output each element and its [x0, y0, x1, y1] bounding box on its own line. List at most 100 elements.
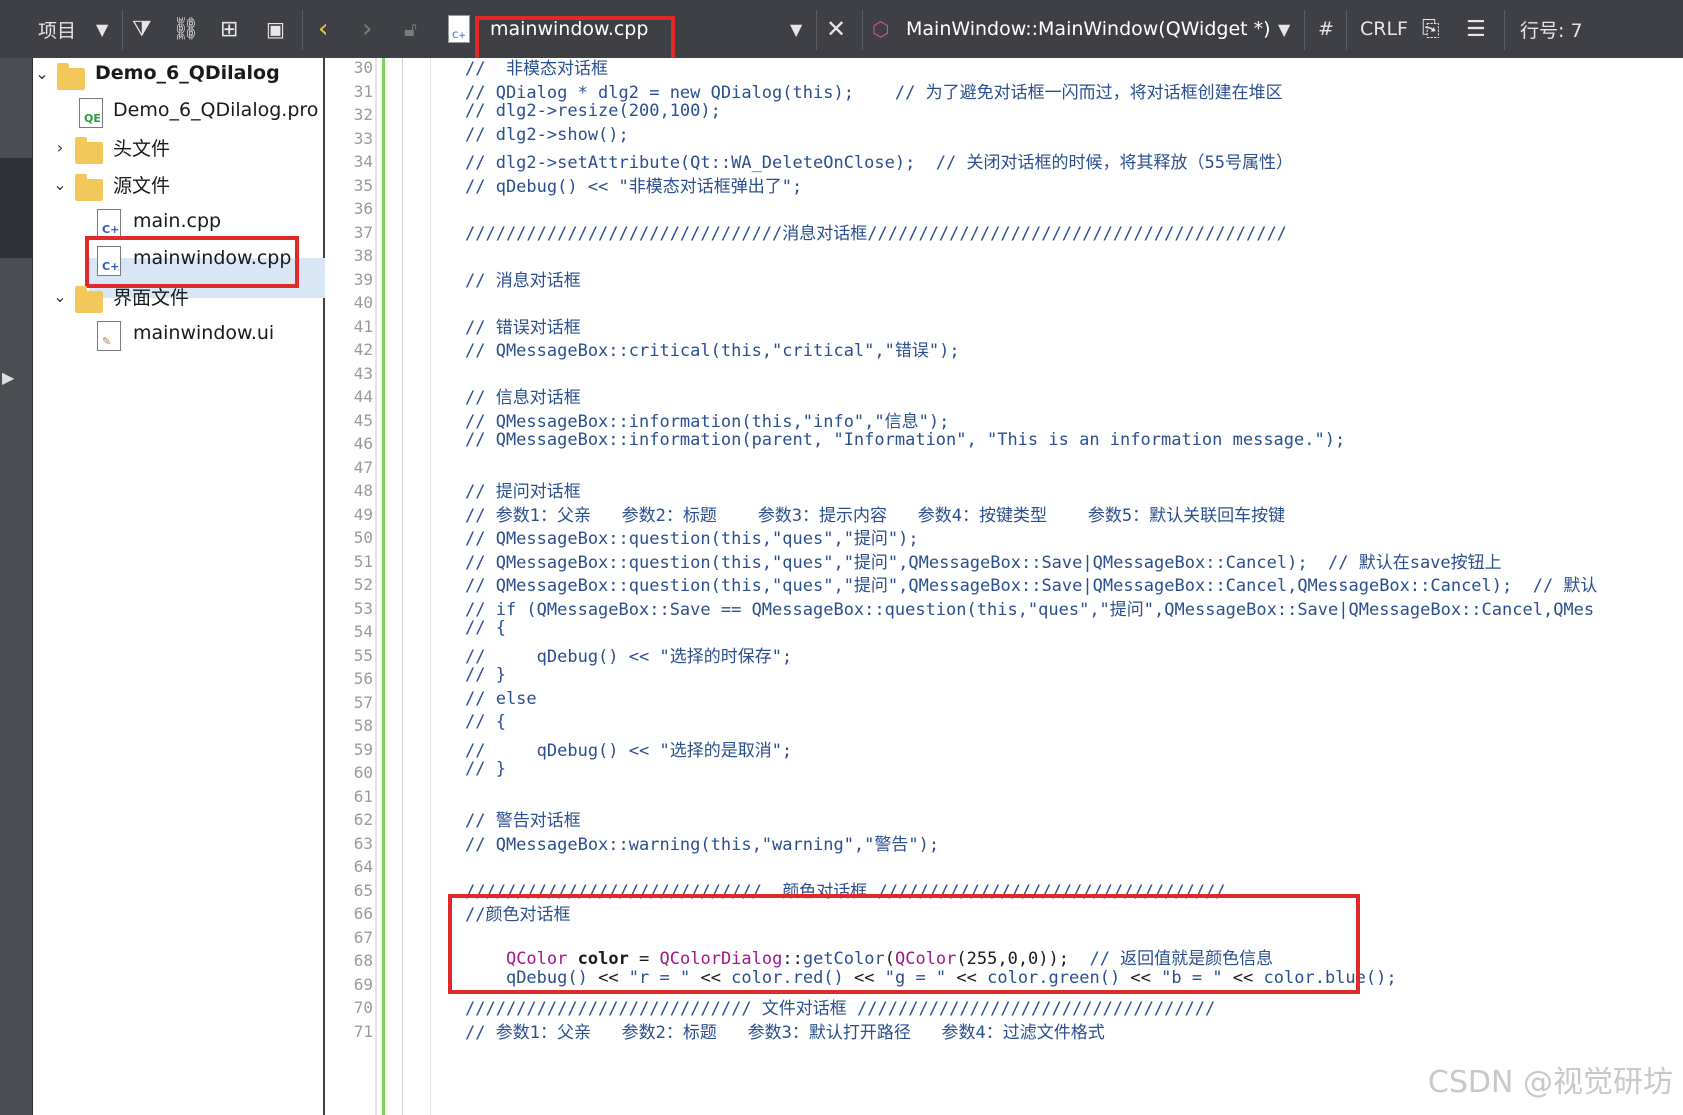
line-number: 44 [353, 387, 373, 406]
line-number: 45 [353, 410, 373, 430]
line-number: 46 [353, 434, 373, 453]
split-add-icon[interactable]: ⊞ [220, 0, 238, 58]
code-line: // { [465, 618, 506, 638]
code-line: // else [465, 688, 537, 709]
tree-item-forms[interactable]: 界面文件 [113, 278, 189, 314]
function-selector[interactable]: MainWindow::MainWindow(QWidget *) [906, 0, 1271, 58]
line-number: 56 [353, 669, 373, 688]
fold-guide [402, 58, 403, 1115]
link-icon[interactable]: ⛓ [172, 0, 200, 58]
close-file-icon[interactable]: ✕ [826, 0, 846, 58]
tree-item-mainwindow-ui[interactable]: mainwindow.ui [133, 315, 274, 351]
tree-item-sources[interactable]: 源文件 [113, 166, 170, 202]
function-dropdown-chevron-icon[interactable]: ▼ [1278, 0, 1290, 58]
symbol-icon: ⬡ [872, 17, 890, 41]
forms-folder-icon [75, 286, 103, 313]
code-line: // 消息对话框 [465, 270, 581, 291]
line-number: 39 [353, 269, 373, 289]
project-label: 项目 [38, 19, 77, 42]
line-number-label: 行号: 7 [1520, 19, 1583, 42]
line-number: 40 [353, 293, 373, 312]
code-line: // QMessageBox::question(this,"ques","提问… [465, 552, 1502, 573]
code-line: // dlg2->setAttribute(Qt::WA_DeleteOnClo… [465, 153, 1293, 173]
filter-icon[interactable]: ⧩ [132, 0, 152, 58]
code-line: // 提问对话框 [465, 482, 581, 502]
code-line: // { [465, 712, 506, 732]
chevron-right-icon[interactable]: › [51, 138, 69, 157]
line-number: 48 [353, 481, 373, 500]
code-line: // } [465, 759, 506, 779]
gutter-divider [375, 58, 377, 1115]
line-number: 65 [353, 880, 373, 900]
line-number: 70 [353, 998, 373, 1017]
code-line: // qDebug() << "选择的是取消"; [465, 740, 793, 761]
line-number: 37 [353, 222, 373, 242]
line-number: 67 [353, 927, 373, 947]
code-line: // qDebug() << "非模态对话框弹出了"; [465, 176, 803, 197]
rail-active-mode[interactable] [0, 158, 32, 258]
project-folder-icon [57, 63, 85, 90]
line-number: 60 [353, 763, 373, 782]
back-icon[interactable]: ‹ [318, 0, 328, 58]
line-number: 54 [353, 622, 373, 641]
line-number-gutter: 30 31 32 33 34 35 36 37 38 39 40 41 42 43 44 45 46 47 48 49… [325, 58, 375, 1115]
line-number: 32 [353, 105, 373, 124]
cpp-file-icon: C+ [448, 0, 470, 58]
tree-item-project[interactable]: Demo_6_QDilalog [95, 55, 280, 91]
code-line: // QMessageBox::information(parent, "Inf… [465, 430, 1346, 450]
line-number: 71 [353, 1021, 373, 1041]
line-number: 52 [353, 575, 373, 594]
line-number: 69 [353, 974, 373, 994]
ui-file-icon: ✎ [97, 321, 121, 351]
line-number: 66 [353, 904, 373, 923]
line-number: 51 [353, 551, 373, 571]
modified-lines-bar [382, 58, 385, 1115]
code-line: // 参数1：父亲 参数2：标题 参数3：提示内容 参数4：按键类型 参数5：默… [465, 505, 1286, 526]
code-line: // QDialog * dlg2 = new QDialog(this); /… [465, 82, 1283, 103]
line-number: 42 [353, 340, 373, 359]
expand-arrow-icon[interactable]: ▶ [2, 368, 14, 387]
encoding-icon[interactable]: ⎘ [1422, 0, 1440, 58]
line-number: 63 [353, 833, 373, 853]
line-number: 30 [353, 58, 373, 77]
tree-item-pro-file[interactable]: Demo_6_QDilalog.pro [113, 92, 318, 128]
line-number: 36 [353, 199, 373, 218]
file-dropdown-chevron-icon[interactable]: ▼ [790, 0, 802, 58]
line-number: 68 [353, 951, 373, 970]
indent-guide [430, 58, 431, 1115]
line-number: 31 [353, 81, 373, 101]
code-line: // QMessageBox::question(this,"ques","提问… [465, 576, 1598, 596]
top-toolbar: 项目 ▼ ⧩ ⛓ ⊞ ▣ ‹ › 🔓︎ C+ mainwindow.cpp ▼ … [0, 0, 1683, 64]
code-editor[interactable]: 30 31 32 33 34 35 36 37 38 39 40 41 42 43 44 45 46 47 48 49… [325, 58, 1683, 1115]
line-number: 64 [353, 857, 373, 876]
line-number: 62 [353, 810, 373, 829]
project-dropdown-chevron-icon[interactable]: ▼ [96, 0, 108, 58]
code-line: // 信息对话框 [465, 388, 581, 408]
line-number: 35 [353, 175, 373, 195]
panel-icon[interactable]: ▣ [266, 0, 285, 58]
forward-icon[interactable]: › [362, 0, 372, 58]
line-number: 38 [353, 246, 373, 265]
tree-item-main-cpp[interactable]: main.cpp [133, 203, 221, 239]
project-tree: ⌄ Demo_6_QDilalog QE Demo_6_QDilalog.pro… [33, 55, 353, 1115]
hash-label[interactable]: # [1318, 0, 1334, 58]
watermark: CSDN @视觉研坊 [1427, 1065, 1673, 1100]
lock-icon[interactable]: 🔓︎ [404, 0, 417, 58]
line-number: 41 [353, 316, 373, 336]
line-number: 50 [353, 528, 373, 547]
chevron-down-icon[interactable]: ⌄ [51, 287, 69, 306]
chevron-down-icon[interactable]: ⌄ [51, 175, 69, 194]
line-ending-label[interactable]: CRLF [1360, 0, 1408, 58]
code-line: // 参数1：父亲 参数2：标题 参数3：默认打开路径 参数4：过滤文件格式 [465, 1022, 1105, 1043]
tree-item-headers[interactable]: 头文件 [113, 129, 170, 165]
line-number: 43 [353, 363, 373, 383]
header-folder-icon [75, 137, 103, 164]
left-mode-rail: ▶ [0, 58, 33, 1115]
code-line: // QMessageBox::warning(this,"warning","… [465, 834, 940, 855]
code-line: // QMessageBox::question(this,"ques","提问… [465, 529, 919, 549]
pro-file-icon: QE [79, 98, 103, 128]
code-line: // dlg2->resize(200,100); [465, 101, 721, 121]
outline-icon[interactable]: ☰ [1466, 0, 1486, 58]
chevron-down-icon[interactable]: ⌄ [33, 64, 51, 83]
highlight-box-color-dialog [448, 894, 1360, 994]
